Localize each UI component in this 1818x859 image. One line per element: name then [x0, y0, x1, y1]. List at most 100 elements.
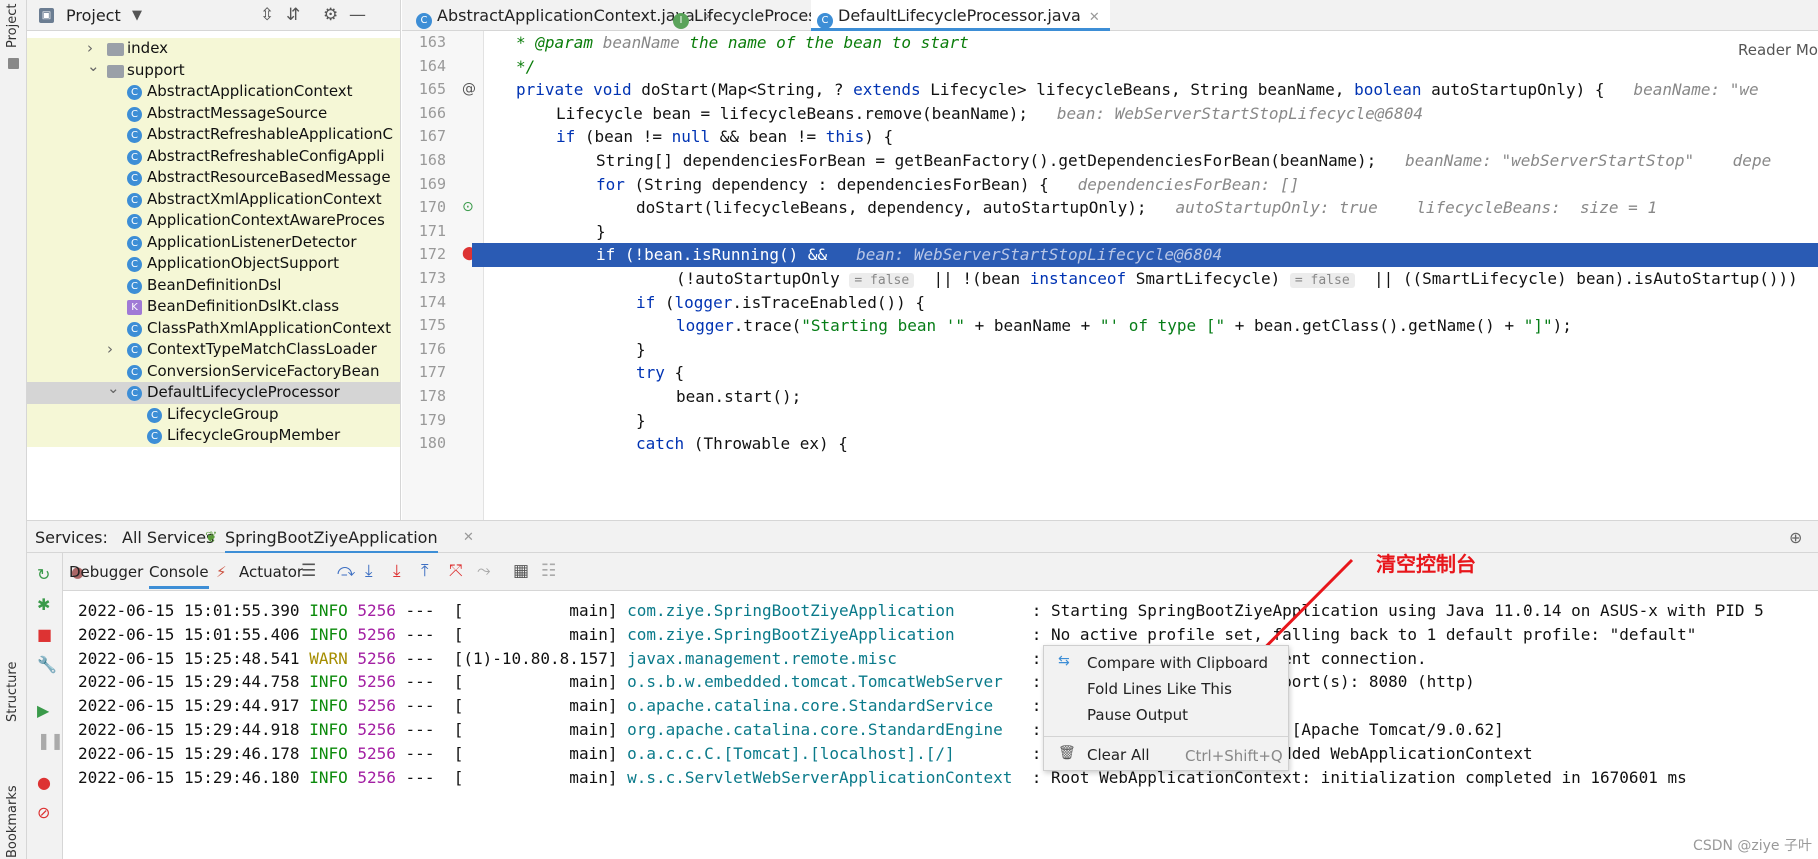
tree-item[interactable]: › C ContextTypeMatchClassLoader	[27, 339, 400, 361]
stop-icon[interactable]: ■	[37, 625, 52, 644]
app-service-tab[interactable]: SpringBootZiyeApplication	[225, 528, 438, 554]
pause-icon[interactable]: ❚❚	[37, 731, 64, 750]
reentry-icon[interactable]: ⊙	[462, 199, 474, 215]
gear-icon[interactable]: ⚙	[323, 5, 338, 25]
menu-item-pause-output[interactable]: Pause Output	[1044, 702, 1288, 728]
tree-item[interactable]: C LifecycleGroupMember	[27, 425, 400, 447]
menu-item-compare-with-clipboard[interactable]: ⇆ Compare with Clipboard	[1044, 650, 1288, 676]
menu-icon[interactable]: ☰	[301, 561, 316, 581]
tree-item[interactable]: C AbstractRefreshableConfigAppli	[27, 145, 400, 167]
run-to-cursor-icon[interactable]: ⤳	[477, 561, 491, 581]
chevron-down-icon[interactable]: ⌄	[107, 379, 120, 397]
project-tool-tab[interactable]: Project	[5, 4, 20, 48]
code-token: this	[825, 127, 865, 147]
code-line: */	[484, 55, 1818, 79]
tree-item[interactable]: › index	[27, 38, 400, 60]
evaluate-expression-icon[interactable]: ▦	[513, 561, 529, 581]
tree-item-label: LifecycleGroup	[167, 404, 279, 423]
chevron-right-icon[interactable]: ›	[107, 340, 113, 358]
tree-item[interactable]: C AbstractResourceBasedMessage	[27, 167, 400, 189]
tree-item-label: AbstractResourceBasedMessage	[147, 168, 391, 186]
chevron-down-icon[interactable]: ⌄	[87, 57, 100, 75]
expand-all-icon[interactable]: ⇳	[260, 5, 274, 25]
code-editor[interactable]: Reader Mo * @param beanName the name of …	[484, 31, 1818, 520]
log-level: INFO	[309, 767, 348, 787]
step-over-icon[interactable]: ⤓	[365, 561, 373, 581]
code-line: (!autoStartupOnly = false || !(bean inst…	[484, 267, 1818, 291]
chevron-down-icon[interactable]: ▼	[132, 8, 142, 23]
minimize-icon[interactable]: —	[349, 5, 366, 25]
tree-item[interactable]: C ApplicationObjectSupport	[27, 253, 400, 275]
console-output[interactable]: 2022-06-15 15:01:55.390 INFO 5256 --- [ …	[63, 591, 1818, 859]
debug-icon[interactable]: ✱	[37, 595, 50, 614]
code-token: instanceof	[1029, 269, 1127, 288]
menu-item-clear-all[interactable]: 🗑 Clear All Ctrl+Shift+Q	[1044, 742, 1288, 768]
tree-item-label: AbstractRefreshableApplicationC	[147, 125, 394, 143]
project-folder-icon[interactable]	[8, 58, 19, 69]
bookmarks-tool-tab[interactable]: Bookmarks	[5, 785, 20, 858]
chevron-right-icon[interactable]: ›	[87, 39, 93, 57]
class-icon: C	[127, 257, 142, 272]
tree-item[interactable]: C AbstractApplicationContext	[27, 81, 400, 103]
at-icon[interactable]: @	[462, 81, 476, 97]
tree-item[interactable]: C AbstractMessageSource	[27, 102, 400, 124]
code-line: private void doStart(Map<String, ? exten…	[484, 78, 1818, 102]
structure-tool-tab[interactable]: Structure	[5, 662, 20, 722]
code-line: if (!bean.isRunning() && bean: WebServer…	[484, 243, 1818, 267]
code-token: || ((SmartLifecycle) bean).isAutoStartup…	[1354, 269, 1798, 288]
class-icon: C	[147, 429, 162, 444]
debugger-tab[interactable]: Debugger	[69, 563, 143, 581]
log-logger: com.ziye.SpringBootZiyeApplication	[627, 624, 1023, 644]
code-token: + bean.getClass().getName() +	[1225, 316, 1524, 336]
tree-item[interactable]: C AbstractRefreshableApplicationC	[27, 124, 400, 146]
tree-item[interactable]: C AbstractXmlApplicationContext	[27, 188, 400, 210]
resume-icon[interactable]: ▶	[37, 701, 49, 720]
collapse-all-icon[interactable]: ⇵	[286, 5, 300, 25]
class-icon: C	[416, 13, 432, 29]
add-service-icon[interactable]: ⊕	[1789, 528, 1802, 547]
wrench-icon[interactable]: 🔧	[37, 655, 57, 674]
folder-icon	[107, 64, 124, 78]
tree-item[interactable]: C ConversionServiceFactoryBean	[27, 360, 400, 382]
code-token: beanName	[593, 33, 680, 52]
menu-item-fold-lines-like-this[interactable]: Fold Lines Like This	[1044, 676, 1288, 702]
view-breakpoints-icon[interactable]: ●	[37, 773, 51, 792]
drop-frame-icon[interactable]: ⤧	[449, 561, 463, 581]
editor-tab[interactable]: C DefaultLifecycleProcessor.java ✕	[811, 0, 1110, 31]
tree-item[interactable]: ⌄ C DefaultLifecycleProcessor	[27, 379, 400, 404]
class-icon: C	[127, 171, 142, 186]
code-token: ) {	[864, 127, 894, 147]
mute-breakpoints-icon[interactable]: ⊘	[37, 803, 50, 822]
rerun-icon[interactable]: ↻	[37, 565, 50, 584]
console-side-toolbar: ↻ ✱ ■ 🔧 ▶ ❚❚ ● ⊘	[27, 553, 64, 859]
log-level: INFO	[309, 601, 348, 620]
code-token: = false	[1289, 273, 1355, 288]
code-token: (!bean.isRunning() &&	[615, 245, 857, 265]
tree-item[interactable]: C ClassPathXmlApplicationContext	[27, 317, 400, 339]
actuator-tab[interactable]: Actuator	[239, 563, 303, 581]
tree-item[interactable]: ⌄ support	[27, 57, 400, 81]
console-tab[interactable]: Console	[149, 563, 209, 589]
menu-item-label: Pause Output	[1087, 706, 1188, 724]
trace-icon[interactable]: ☷	[541, 561, 556, 581]
code-token: );	[1552, 316, 1572, 336]
tree-item[interactable]: C LifecycleGroup	[27, 403, 400, 425]
close-icon[interactable]: ✕	[1089, 10, 1100, 25]
project-panel-title[interactable]: Project	[66, 6, 121, 25]
log-logger: com.ziye.SpringBootZiyeApplication	[627, 601, 1023, 620]
step-into-icon[interactable]: ⤓	[393, 561, 401, 581]
show-execution-point-icon[interactable]: ⤼	[337, 561, 355, 581]
all-services-tab[interactable]: All Services	[122, 528, 214, 547]
code-line: logger.trace("Starting bean '" + beanNam…	[484, 314, 1818, 338]
tree-item[interactable]: K BeanDefinitionDslKt.class	[27, 296, 400, 318]
close-icon[interactable]: ✕	[463, 530, 474, 545]
tree-item[interactable]: C ApplicationListenerDetector	[27, 231, 400, 253]
step-out-icon[interactable]: ⤒	[421, 561, 429, 581]
tree-item[interactable]: C ApplicationContextAwareProces	[27, 210, 400, 232]
interface-icon: I	[673, 13, 689, 29]
code-token: bean: WebServerStartStopLifecycle@6804	[856, 245, 1223, 265]
line-number: 177	[418, 363, 446, 382]
log-level: INFO	[309, 696, 348, 716]
tree-item[interactable]: C BeanDefinitionDsl	[27, 274, 400, 296]
log-date: 2022-06-15 15:01:55.390	[78, 601, 300, 620]
